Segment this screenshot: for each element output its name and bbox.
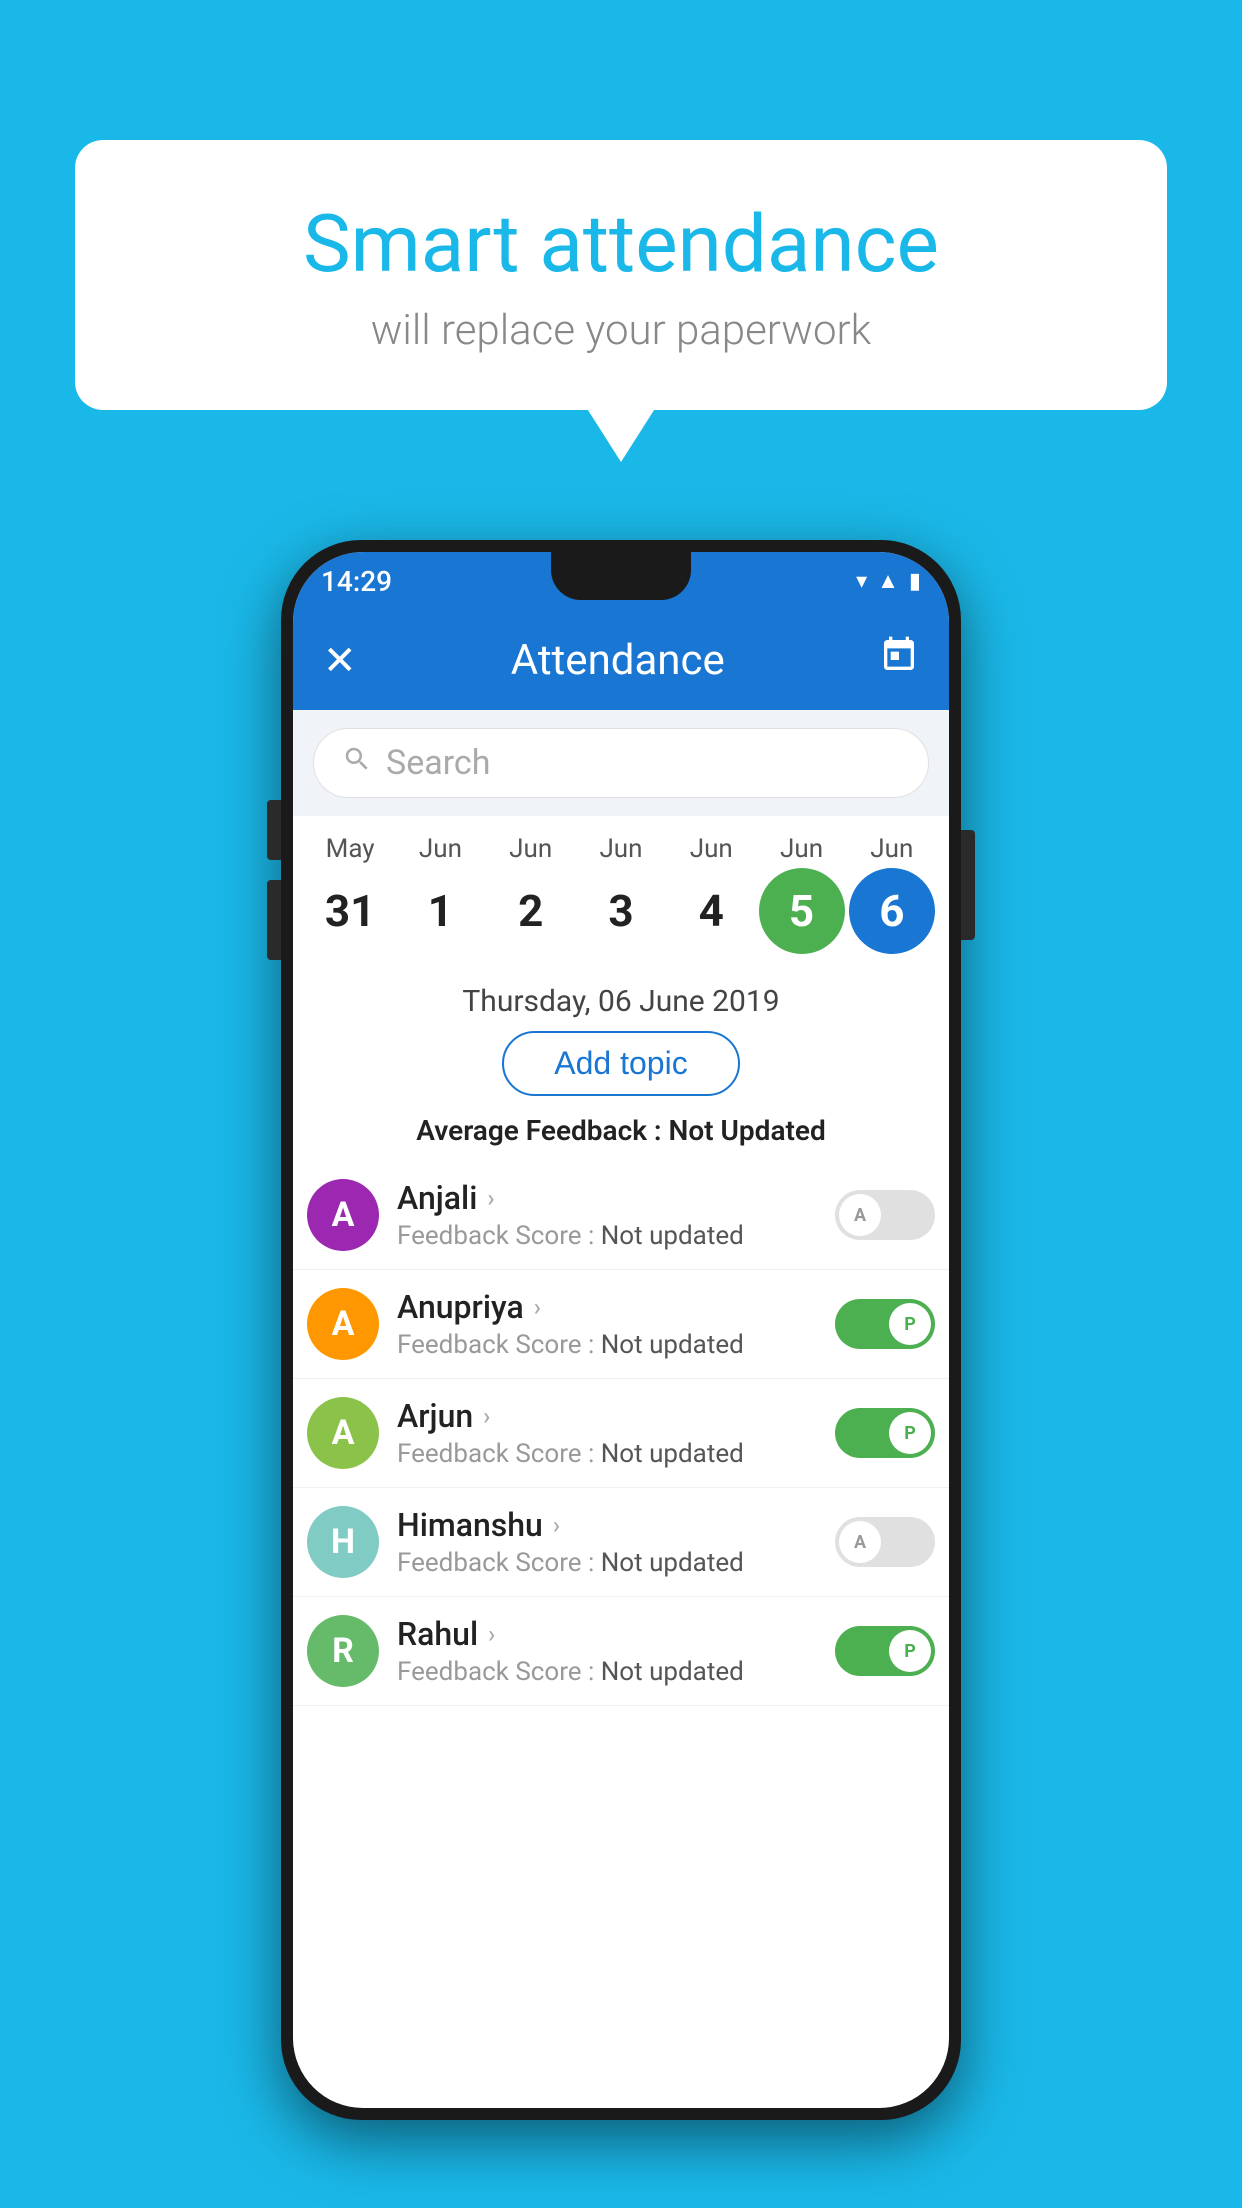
phone-screen: 14:29 ▾ ▲ ▮ ✕ Attendance: [293, 552, 949, 2108]
toggle-knob-rahul: P: [889, 1630, 931, 1672]
date-row: 31 1 2 3 4 5 6: [293, 864, 949, 968]
student-name-anupriya: Anupriya ›: [397, 1288, 817, 1326]
toggle-knob-anupriya: P: [889, 1303, 931, 1345]
toggle-arjun[interactable]: P: [835, 1408, 935, 1458]
close-button[interactable]: ✕: [323, 637, 357, 684]
avatar-anupriya: A: [307, 1288, 379, 1360]
student-info-anupriya: Anupriya › Feedback Score : Not updated: [397, 1288, 817, 1360]
student-item-himanshu[interactable]: H Himanshu › Feedback Score : Not update…: [293, 1488, 949, 1597]
student-item-anupriya[interactable]: A Anupriya › Feedback Score : Not update…: [293, 1270, 949, 1379]
bubble-title: Smart attendance: [125, 200, 1117, 288]
toggle-knob-anjali: A: [839, 1194, 881, 1236]
student-name-rahul: Rahul ›: [397, 1615, 817, 1653]
search-icon: [342, 744, 372, 782]
app-bar: ✕ Attendance: [293, 610, 949, 710]
date-4[interactable]: 4: [668, 868, 754, 954]
avatar-anjali: A: [307, 1179, 379, 1251]
search-bar-container: Search: [293, 710, 949, 816]
app-title: Attendance: [511, 636, 725, 685]
status-icons: ▾ ▲ ▮: [856, 568, 921, 594]
calendar-button[interactable]: [879, 635, 919, 685]
speech-bubble: Smart attendance will replace your paper…: [75, 140, 1167, 410]
side-button-volume-down: [267, 880, 281, 960]
notch: [551, 552, 691, 600]
toggle-knob-arjun: P: [889, 1412, 931, 1454]
toggle-knob-himanshu: A: [839, 1521, 881, 1563]
toggle-himanshu[interactable]: A: [835, 1517, 935, 1567]
avatar-arjun: A: [307, 1397, 379, 1469]
date-6-today[interactable]: 6: [849, 868, 935, 954]
bubble-subtitle: will replace your paperwork: [125, 306, 1117, 355]
student-name-anjali: Anjali ›: [397, 1179, 817, 1217]
battery-icon: ▮: [909, 569, 921, 594]
avg-feedback-label: Average Feedback :: [416, 1114, 661, 1147]
date-2[interactable]: 2: [488, 868, 574, 954]
month-jun-6: Jun: [849, 834, 935, 864]
date-3[interactable]: 3: [578, 868, 664, 954]
student-name-arjun: Arjun ›: [397, 1397, 817, 1435]
avg-feedback-value: Not Updated: [669, 1114, 826, 1147]
average-feedback: Average Feedback : Not Updated: [313, 1114, 929, 1147]
status-time: 14:29: [321, 565, 392, 598]
month-row: May Jun Jun Jun Jun Jun Jun: [293, 826, 949, 864]
avatar-rahul: R: [307, 1615, 379, 1687]
side-button-power: [961, 830, 975, 940]
feedback-anupriya: Feedback Score : Not updated: [397, 1330, 817, 1360]
date-5-selected[interactable]: 5: [759, 868, 845, 954]
phone-frame: 14:29 ▾ ▲ ▮ ✕ Attendance: [281, 540, 961, 2120]
toggle-anupriya[interactable]: P: [835, 1299, 935, 1349]
student-info-rahul: Rahul › Feedback Score : Not updated: [397, 1615, 817, 1687]
search-input[interactable]: Search: [386, 743, 490, 783]
signal-icon: ▲: [877, 568, 899, 594]
month-jun-2: Jun: [488, 834, 574, 864]
wifi-icon: ▾: [856, 569, 867, 594]
avatar-himanshu: H: [307, 1506, 379, 1578]
chevron-icon: ›: [488, 1620, 495, 1648]
selected-date-label: Thursday, 06 June 2019: [313, 968, 929, 1031]
student-list: A Anjali › Feedback Score : Not updated …: [293, 1161, 949, 1706]
feedback-himanshu: Feedback Score : Not updated: [397, 1548, 817, 1578]
calendar-row: May Jun Jun Jun Jun Jun Jun 31 1 2 3 4 5…: [293, 816, 949, 968]
chevron-icon: ›: [534, 1293, 541, 1321]
add-topic-button[interactable]: Add topic: [502, 1031, 739, 1096]
month-jun-1: Jun: [397, 834, 483, 864]
student-info-arjun: Arjun › Feedback Score : Not updated: [397, 1397, 817, 1469]
student-item-rahul[interactable]: R Rahul › Feedback Score : Not updated P: [293, 1597, 949, 1706]
date-1[interactable]: 1: [397, 868, 483, 954]
month-jun-4: Jun: [668, 834, 754, 864]
student-info-anjali: Anjali › Feedback Score : Not updated: [397, 1179, 817, 1251]
student-name-himanshu: Himanshu ›: [397, 1506, 817, 1544]
side-button-volume-up: [267, 800, 281, 860]
feedback-arjun: Feedback Score : Not updated: [397, 1439, 817, 1469]
chevron-icon: ›: [553, 1511, 560, 1539]
month-may: May: [307, 834, 393, 864]
chevron-icon: ›: [487, 1184, 494, 1212]
student-item-arjun[interactable]: A Arjun › Feedback Score : Not updated P: [293, 1379, 949, 1488]
chevron-icon: ›: [483, 1402, 490, 1430]
feedback-rahul: Feedback Score : Not updated: [397, 1657, 817, 1687]
month-jun-5: Jun: [759, 834, 845, 864]
content-area: Thursday, 06 June 2019 Add topic Average…: [293, 968, 949, 1147]
search-bar[interactable]: Search: [313, 728, 929, 798]
student-item-anjali[interactable]: A Anjali › Feedback Score : Not updated …: [293, 1161, 949, 1270]
date-31[interactable]: 31: [307, 868, 393, 954]
status-bar: 14:29 ▾ ▲ ▮: [293, 552, 949, 610]
student-info-himanshu: Himanshu › Feedback Score : Not updated: [397, 1506, 817, 1578]
toggle-rahul[interactable]: P: [835, 1626, 935, 1676]
month-jun-3: Jun: [578, 834, 664, 864]
toggle-anjali[interactable]: A: [835, 1190, 935, 1240]
feedback-anjali: Feedback Score : Not updated: [397, 1221, 817, 1251]
